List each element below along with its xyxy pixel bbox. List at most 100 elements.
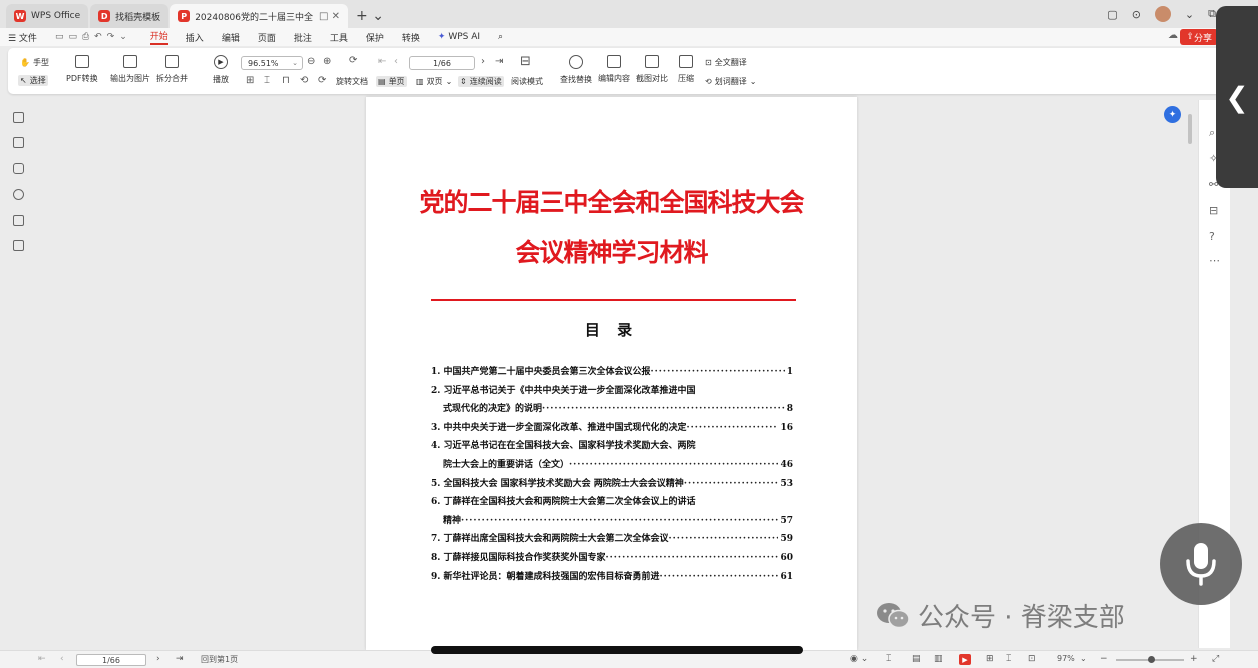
cloud-icon[interactable]: ☁ <box>1168 30 1178 41</box>
tab-wps-office[interactable]: W WPS Office <box>6 4 89 28</box>
comment-icon[interactable] <box>13 163 24 174</box>
quick-access-icons[interactable]: ▭▭⎙↶↷⌄ <box>55 32 132 42</box>
toc-entry[interactable]: 6. 丁薛祥在全国科技大会和两院院士大会第二次全体会议上的讲话 <box>431 493 793 512</box>
rotate-icon[interactable]: ⟳ <box>349 55 357 66</box>
zoom-slider-handle[interactable] <box>1148 656 1155 663</box>
back-to-page-link[interactable]: 回到第1页 <box>201 654 238 665</box>
search-icon[interactable]: ⌕ <box>1209 126 1215 140</box>
toc-entry[interactable]: 7. 丁薛祥出席全国科技大会和两院院士大会第二次全体会议 ············… <box>431 530 793 549</box>
avatar[interactable] <box>1154 6 1171 22</box>
edit-content-button[interactable]: 编辑内容 <box>598 55 630 84</box>
file-menu[interactable]: ☰ 文件 <box>8 31 37 44</box>
menu-tools[interactable]: 工具 <box>330 31 348 44</box>
more-icon[interactable]: ⋯ <box>1209 254 1220 267</box>
zoom-in-icon[interactable]: ⊕ <box>323 56 331 67</box>
find-replace-button[interactable]: 查找替换 <box>560 55 592 85</box>
thumbnail-icon[interactable] <box>13 137 24 148</box>
fit-page-icon[interactable]: ⊞ <box>246 75 254 86</box>
menu-edit[interactable]: 编辑 <box>222 31 240 44</box>
share-button[interactable]: ⇪ 分享 <box>1180 29 1218 45</box>
toc-entry[interactable]: 式现代化的决定》的说明 ·····························… <box>431 400 793 419</box>
pdf-convert-button[interactable]: PDF转换 <box>66 55 98 84</box>
fit-width-icon[interactable]: ⌶ <box>264 75 270 86</box>
play-icon[interactable]: ▶ <box>959 654 971 665</box>
full-screen-icon[interactable]: ⊡ <box>1028 654 1036 664</box>
menu-page[interactable]: 页面 <box>258 31 276 44</box>
bookmark-icon[interactable] <box>13 112 24 123</box>
fit-width-icon[interactable]: ⌶ <box>1006 654 1011 664</box>
full-translate-button[interactable]: ⊡ 全文翻译 <box>705 57 747 68</box>
window-icon[interactable]: ▢ <box>1107 8 1117 21</box>
toc-entry[interactable]: 8. 丁薛祥接见国际科技合作奖获奖外国专家 ···················… <box>431 549 793 568</box>
play-button[interactable]: ▶ 播放 <box>213 55 229 85</box>
book-icon[interactable]: ⊟ <box>520 54 531 69</box>
double-page-button[interactable]: ▥ 双页 ⌄ <box>416 76 452 87</box>
toc-entry[interactable]: 4. 习近平总书记在在全国科技大会、国家科学技术奖励大会、两院 <box>431 437 793 456</box>
toc-entry[interactable]: 1. 中国共产党第二十届中央委员会第三次全体会议公报 ··············… <box>431 363 793 382</box>
continuous-icon[interactable]: ⌶ <box>886 654 891 664</box>
select-translate-button[interactable]: ⟲ 划词翻译 ⌄ <box>705 76 756 87</box>
zoom-out-icon[interactable]: − <box>1100 654 1108 664</box>
toc-entry[interactable]: 精神 ······································… <box>431 512 793 531</box>
rotate-right-icon[interactable]: ⟳ <box>318 75 326 86</box>
next-page-icon[interactable]: › <box>156 654 160 664</box>
page-number-input[interactable]: 1/66 <box>409 56 475 70</box>
compress-button[interactable]: 压缩 <box>678 55 694 84</box>
single-page-button[interactable]: ▤ 单页 <box>376 76 407 87</box>
rotate-document-button[interactable]: 旋转文档 <box>336 76 368 87</box>
prev-page-icon[interactable]: ‹ <box>394 56 398 67</box>
continuous-read-button[interactable]: ⇕ 连续阅读 <box>458 76 504 87</box>
new-tab-button[interactable]: + ⌄ <box>350 4 390 28</box>
hand-tool-button[interactable]: ✋ 手型 <box>20 57 49 68</box>
actual-size-icon[interactable]: ⊓ <box>282 75 290 86</box>
toc-entry[interactable]: 院士大会上的重要讲话（全文） ··························… <box>431 456 793 475</box>
toc-entry[interactable]: 3. 中共中央关于进一步全面深化改革、推进中国式现代化的决定 ··········… <box>431 419 793 438</box>
toc-entry[interactable]: 5. 全国科技大会 国家科学技术奖励大会 两院院士大会会议精神 ·········… <box>431 475 793 494</box>
next-page-icon[interactable]: › <box>481 56 485 67</box>
double-page-icon[interactable]: ▥ <box>934 654 943 664</box>
microphone-button[interactable] <box>1160 523 1242 605</box>
first-page-icon[interactable]: ⇤ <box>378 56 386 67</box>
zoom-level[interactable]: 97% <box>1057 654 1075 663</box>
close-icon[interactable]: □ ✕ <box>319 11 340 22</box>
toc-entry[interactable]: 2. 习近平总书记关于《中共中央关于进一步全面深化改革推进中国 <box>431 382 793 401</box>
export-image-button[interactable]: 输出为图片 <box>110 55 150 84</box>
status-page-input[interactable]: 1/66 <box>76 654 146 666</box>
last-page-icon[interactable]: ⇥ <box>495 56 503 67</box>
expand-icon[interactable]: ⤢ <box>1212 654 1219 664</box>
screenshot-compare-button[interactable]: 截图对比 <box>636 55 668 84</box>
fit-page-icon[interactable]: ⊞ <box>986 654 994 664</box>
first-page-icon[interactable]: ⇤ <box>38 654 46 664</box>
split-merge-button[interactable]: 拆分合并 <box>156 55 188 84</box>
attachment-icon[interactable] <box>13 189 24 200</box>
layers-icon[interactable] <box>13 240 24 251</box>
menu-comment[interactable]: 批注 <box>294 31 312 44</box>
tab-document[interactable]: P 20240806党的二十届三中全 □ ✕ <box>170 4 349 28</box>
zoom-out-icon[interactable]: ⊖ <box>307 56 315 67</box>
chevron-down-icon[interactable]: ⌄ <box>1080 654 1087 663</box>
search-icon[interactable]: ⌕ <box>498 32 503 42</box>
help-icon[interactable]: ? <box>1209 230 1215 243</box>
document-page[interactable]: 党的二十届三中全会和全国科技大会 会议精神学习材料 目 录 1. 中国共产党第二… <box>366 97 857 650</box>
tab-template[interactable]: D 找稻壳模板 <box>90 4 169 28</box>
settings-icon[interactable]: ⊙ <box>1132 8 1141 21</box>
signature-icon[interactable] <box>13 215 24 226</box>
last-page-icon[interactable]: ⇥ <box>176 654 184 664</box>
vertical-scrollbar[interactable] <box>1188 114 1192 144</box>
single-page-icon[interactable]: ▤ <box>912 654 921 664</box>
menu-convert[interactable]: 转换 <box>402 31 420 44</box>
menu-home[interactable]: 开始 <box>149 29 168 45</box>
zoom-in-icon[interactable]: + <box>1190 654 1198 664</box>
eye-icon[interactable]: ◉ ⌄ <box>850 654 868 664</box>
prev-page-icon[interactable]: ‹ <box>60 654 64 664</box>
back-arrow-icon[interactable]: ❮ <box>1216 6 1258 188</box>
menu-wps-ai[interactable]: ✦ WPS AI <box>438 32 480 42</box>
chevron-down-icon[interactable]: ⌄ <box>1185 8 1194 21</box>
book-icon[interactable]: ⊟ <box>1209 204 1218 217</box>
menu-insert[interactable]: 插入 <box>186 31 204 44</box>
select-tool-button[interactable]: ↖ 选择 <box>18 75 48 86</box>
zoom-select[interactable]: 96.51% ⌄ <box>241 56 303 70</box>
menu-protect[interactable]: 保护 <box>366 31 384 44</box>
toc-entry[interactable]: 9. 新华社评论员：朝着建成科技强国的宏伟目标奋勇前进 ·············… <box>431 568 793 587</box>
rotate-left-icon[interactable]: ⟲ <box>300 75 308 86</box>
